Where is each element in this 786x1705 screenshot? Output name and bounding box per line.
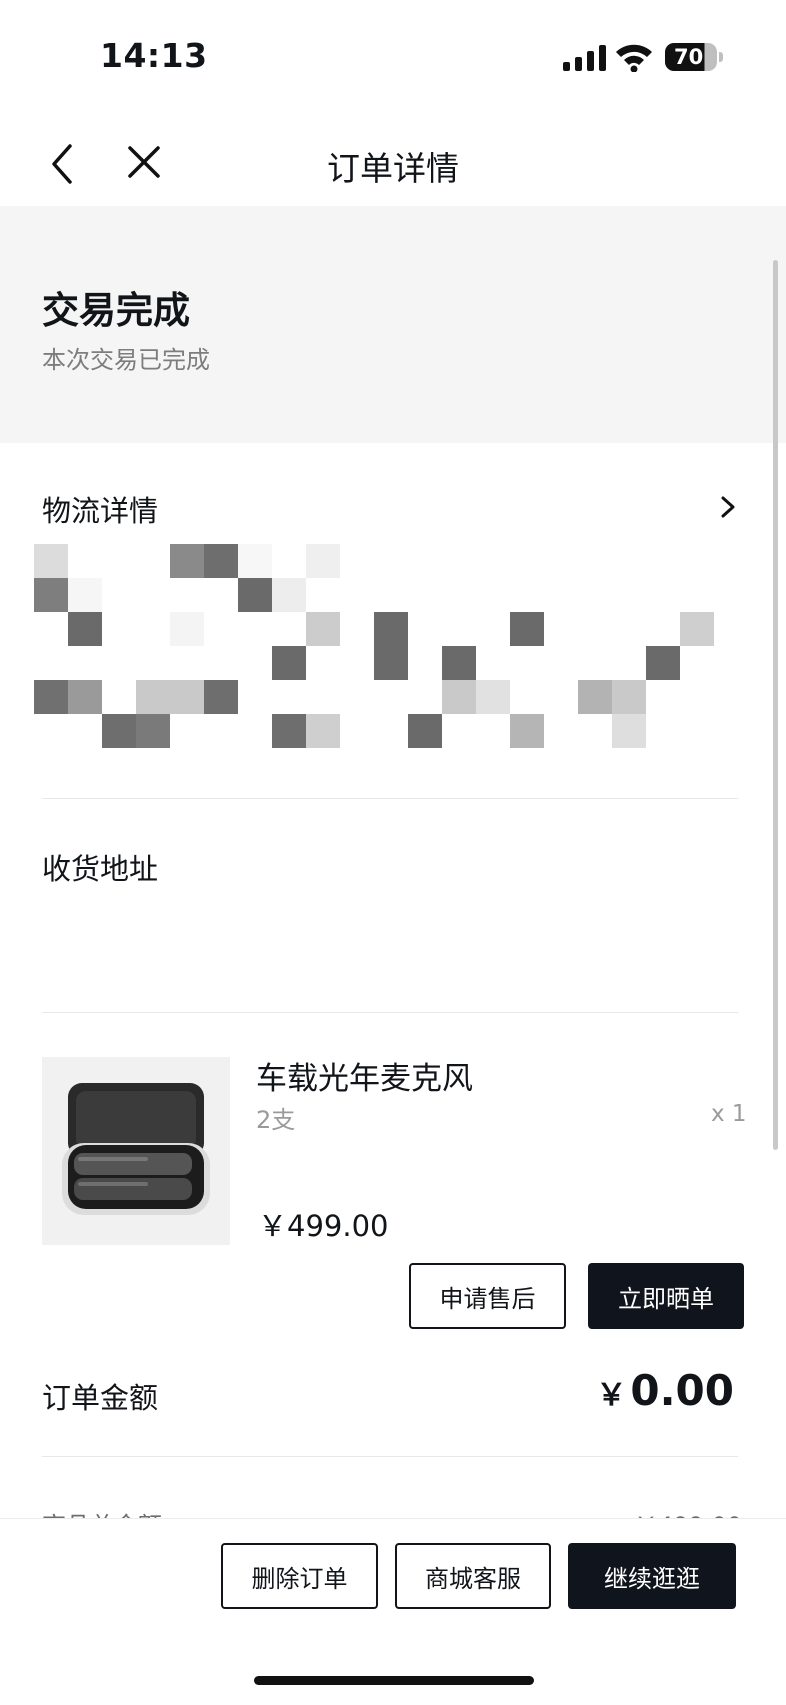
product-name[interactable]: 车载光年麦克风: [256, 1053, 473, 1098]
microphone-case-image: [62, 1083, 210, 1215]
product-spec: 2支: [256, 1106, 296, 1134]
customer-service-button[interactable]: 商城客服: [395, 1543, 551, 1609]
address-title: 收货地址: [42, 852, 159, 886]
page-title: 订单详情: [327, 149, 459, 188]
scrollbar[interactable]: [773, 260, 778, 1150]
logistics-info-redacted: [34, 544, 714, 750]
product-price: ￥499.00: [258, 1209, 389, 1243]
product-image[interactable]: [42, 1057, 230, 1245]
order-status-subtitle: 本次交易已完成: [42, 346, 210, 374]
apply-after-sale-button[interactable]: 申请售后: [409, 1263, 566, 1329]
product-quantity: x 1: [711, 1101, 747, 1127]
battery-tip: [719, 52, 723, 62]
continue-shopping-button[interactable]: 继续逛逛: [568, 1543, 736, 1609]
divider: [42, 1012, 738, 1013]
chevron-right-icon[interactable]: [716, 492, 740, 522]
home-indicator[interactable]: [254, 1676, 534, 1685]
wifi-icon: [616, 44, 652, 72]
battery-level: 70: [674, 45, 704, 69]
delete-order-button[interactable]: 删除订单: [221, 1543, 378, 1609]
share-review-button[interactable]: 立即晒单: [588, 1263, 744, 1329]
divider: [42, 1456, 738, 1457]
order-status-title: 交易完成: [42, 289, 190, 332]
status-time: 14:13: [100, 36, 208, 75]
order-total-label: 订单金额: [42, 1381, 159, 1415]
battery-icon: 70: [665, 43, 717, 71]
cellular-signal-icon: [563, 45, 606, 71]
order-total-value: ￥ 0.00: [596, 1366, 734, 1415]
order-total-amount: 0.00: [630, 1366, 734, 1415]
divider: [42, 798, 738, 799]
order-total-currency: ￥: [596, 1378, 627, 1413]
logistics-title[interactable]: 物流详情: [42, 488, 158, 530]
